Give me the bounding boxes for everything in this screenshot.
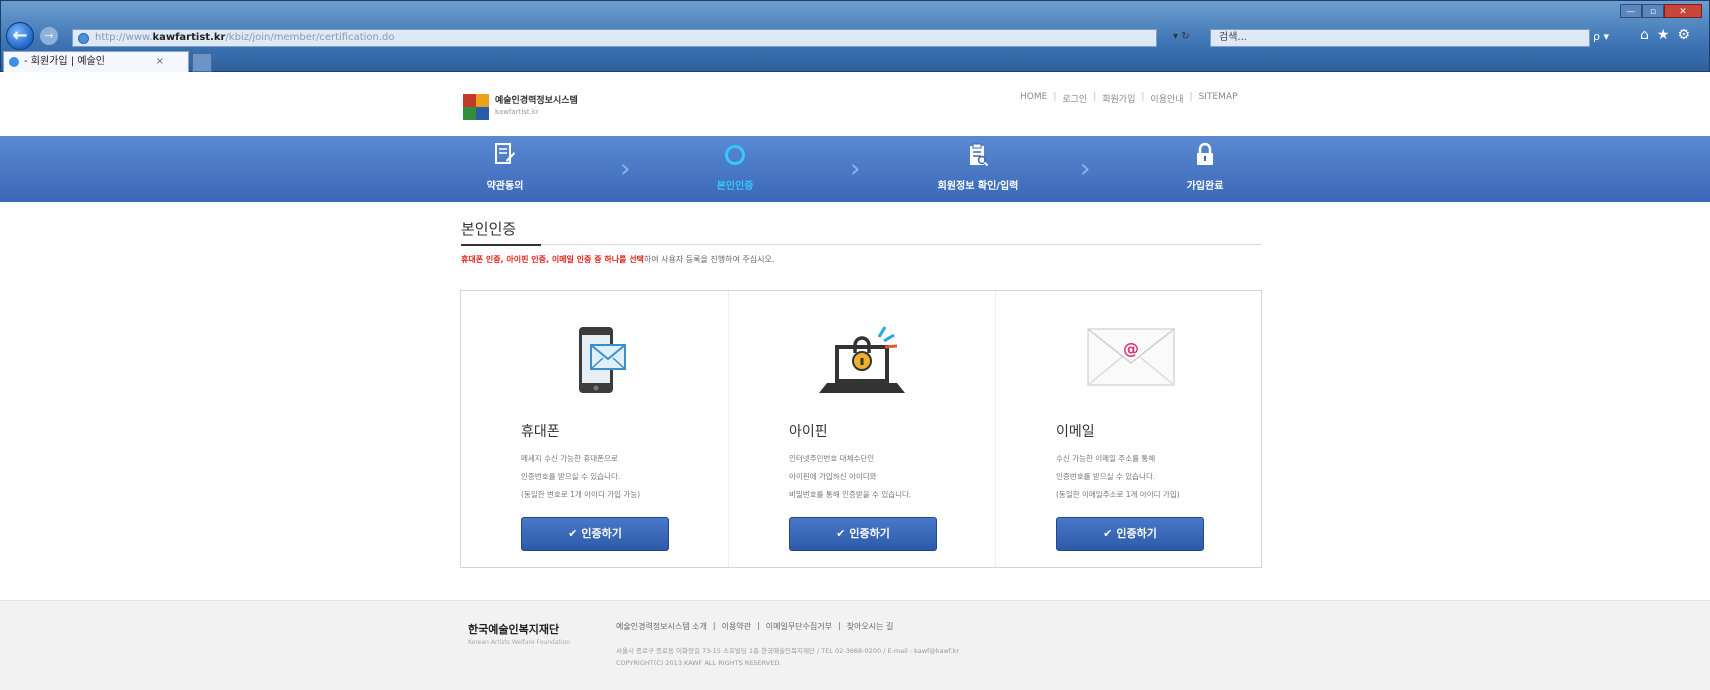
- util-link-join[interactable]: 회원가입: [1102, 92, 1135, 105]
- instruction-highlight: 휴대폰 인증, 아이핀 인증, 이메일 인증 중 하나를 선택: [461, 255, 644, 264]
- url-path: /kbiz/join/member/certification.do: [225, 32, 395, 43]
- step-label: 약관동의: [486, 181, 524, 192]
- logo-subtitle: kawfartist.kr: [495, 108, 539, 116]
- button-label: 인증하기: [1116, 527, 1157, 540]
- checkmark-icon: ✔: [568, 527, 578, 540]
- clipboard-search-icon: [908, 142, 1048, 168]
- address-bar[interactable]: http://www.kawfartist.kr/kbiz/join/membe…: [72, 29, 1157, 47]
- button-label: 인증하기: [849, 527, 890, 540]
- card-title: 이메일: [1056, 424, 1095, 440]
- step-label: 가입완료: [1186, 181, 1224, 192]
- maximize-button[interactable]: ▫: [1642, 4, 1664, 18]
- minimize-button[interactable]: —: [1620, 4, 1642, 18]
- title-underline: [461, 244, 541, 246]
- url-host: kawfartist.kr: [152, 32, 226, 43]
- util-link-sitemap[interactable]: SITEMAP: [1199, 92, 1238, 105]
- browser-chrome: — ▫ ✕ ← → http://www.kawfartist.kr/kbiz/…: [0, 0, 1710, 72]
- card-title: 휴대폰: [521, 424, 560, 440]
- card-title: 아이핀: [789, 424, 828, 440]
- button-label: 인증하기: [581, 527, 622, 540]
- card-ipin: 아이핀 인터넷주민번호 대체수단인 아이핀에 가입하신 아이디와 비밀번호를 통…: [728, 291, 994, 567]
- step-terms: 약관동의: [435, 142, 575, 192]
- chevron-right-icon: ›: [850, 154, 861, 184]
- site-footer: 한국예술인복지재단 Korean Artists Welfare Foundat…: [0, 600, 1710, 690]
- step-label: 본인인증: [716, 181, 754, 192]
- favicon-icon: [9, 57, 19, 67]
- refresh-button[interactable]: ▾ ↻: [1173, 31, 1190, 42]
- card-desc-line: (동일한 번호로 1개 아이디 가입 가능): [521, 490, 641, 499]
- footer-link-about[interactable]: 예술인경력정보시스템 소개: [616, 621, 707, 632]
- card-desc-line: 인증번호를 받으실 수 있습니다.: [521, 472, 621, 481]
- utility-nav: HOME | 로그인 | 회원가입 | 이용안내 | SITEMAP: [1020, 92, 1238, 105]
- close-window-button[interactable]: ✕: [1664, 4, 1702, 18]
- email-envelope-icon: @: [1076, 321, 1186, 401]
- footer-link-terms[interactable]: 이용약관: [722, 621, 751, 632]
- util-link-login[interactable]: 로그인: [1062, 92, 1087, 105]
- verify-email-button[interactable]: ✔ 인증하기: [1056, 517, 1204, 551]
- window-controls: — ▫ ✕: [1620, 4, 1702, 18]
- circle-icon: [725, 145, 745, 165]
- card-desc-line: (동일한 이메일주소로 1개 아이디 가입): [1056, 490, 1180, 499]
- card-desc-line: 비밀번호를 통해 인증받을 수 있습니다.: [789, 490, 912, 499]
- signup-steps-bar: 약관동의 › 본인인증 › 회원정보 확인/입력 › 가입완료: [0, 136, 1710, 202]
- verification-options: 휴대폰 메세지 수신 가능한 휴대폰으로 인증번호를 받으실 수 있습니다. (…: [460, 290, 1262, 568]
- search-button[interactable]: ρ ▾: [1593, 30, 1609, 43]
- logo-title: 예술인경력정보시스템: [495, 96, 578, 106]
- card-desc-line: 인터넷주민번호 대체수단인: [789, 454, 875, 463]
- card-desc-line: 수신 가능한 이메일 주소를 통해: [1056, 454, 1156, 463]
- footer-org-name: 한국예술인복지재단: [468, 623, 560, 636]
- svg-text:@: @: [1123, 339, 1139, 358]
- footer-org-sub: Korean Artists Welfare Foundation: [468, 639, 570, 646]
- url-prefix: http://www.: [95, 32, 153, 43]
- arrow-right-icon: →: [44, 29, 54, 42]
- back-button[interactable]: ←: [6, 22, 34, 50]
- title-divider: [461, 244, 1261, 245]
- footer-address: 서울시 종로구 종로동 이화장길 73-15 소호빌딩 1층 한국예술인복지재단…: [616, 647, 960, 655]
- step-verify: 본인인증: [665, 142, 805, 192]
- card-phone: 휴대폰 메세지 수신 가능한 휴대폰으로 인증번호를 받으실 수 있습니다. (…: [461, 291, 727, 567]
- footer-link-directions[interactable]: 찾아오시는 길: [847, 621, 894, 632]
- checkmark-icon: ✔: [1103, 527, 1113, 540]
- util-link-guide[interactable]: 이용안내: [1150, 92, 1183, 105]
- laptop-lock-icon: [809, 321, 919, 401]
- toolbar-icons[interactable]: ⌂★⚙: [1640, 27, 1698, 43]
- tab-close-icon[interactable]: ×: [156, 52, 164, 72]
- footer-link-email-policy[interactable]: 이메일무단수집거부: [766, 621, 832, 632]
- step-complete: 가입완료: [1135, 142, 1275, 192]
- document-edit-icon: [435, 142, 575, 168]
- card-desc-line: 인증번호를 받으실 수 있습니다.: [1056, 472, 1156, 481]
- logo-mark-icon: [463, 94, 489, 120]
- chevron-right-icon: ›: [620, 154, 631, 184]
- instruction-text: 휴대폰 인증, 아이핀 인증, 이메일 인증 중 하나를 선택하여 사용자 등록…: [461, 254, 774, 265]
- footer-copyright: COPYRIGHT(C) 2013 KAWF ALL RIGHTS RESERV…: [616, 659, 782, 667]
- verify-phone-button[interactable]: ✔ 인증하기: [521, 517, 669, 551]
- site-logo[interactable]: 예술인경력정보시스템 kawfartist.kr: [463, 92, 578, 122]
- card-desc-line: 메세지 수신 가능한 휴대폰으로: [521, 454, 618, 463]
- chevron-right-icon: ›: [1080, 154, 1091, 184]
- util-link-home[interactable]: HOME: [1020, 92, 1047, 105]
- footer-links: 예술인경력정보시스템 소개 | 이용약관 | 이메일무단수집거부 | 찾아오시는 길: [616, 621, 894, 632]
- tab-title: - 회원가입 | 예술인: [24, 56, 105, 67]
- search-input[interactable]: 검색...: [1210, 29, 1590, 47]
- globe-icon: [78, 33, 89, 44]
- card-email: @ 이메일 수신 가능한 이메일 주소를 통해 인증번호를 받으실 수 있습니다…: [995, 291, 1261, 567]
- step-member-info: 회원정보 확인/입력: [908, 142, 1048, 192]
- new-tab-button[interactable]: [192, 53, 212, 72]
- arrow-left-icon: ←: [12, 25, 28, 46]
- lock-icon: [1135, 142, 1275, 168]
- checkmark-icon: ✔: [836, 527, 846, 540]
- browser-tab[interactable]: - 회원가입 | 예술인 ×: [3, 51, 189, 72]
- mobile-message-icon: [541, 321, 651, 401]
- step-label: 회원정보 확인/입력: [937, 181, 1019, 192]
- verify-ipin-button[interactable]: ✔ 인증하기: [789, 517, 937, 551]
- instruction-rest: 하여 사용자 등록을 진행하여 주십시오.: [643, 255, 775, 264]
- forward-button[interactable]: →: [40, 27, 58, 45]
- card-desc-line: 아이핀에 가입하신 아이디와: [789, 472, 877, 481]
- page-title: 본인인증: [461, 220, 517, 238]
